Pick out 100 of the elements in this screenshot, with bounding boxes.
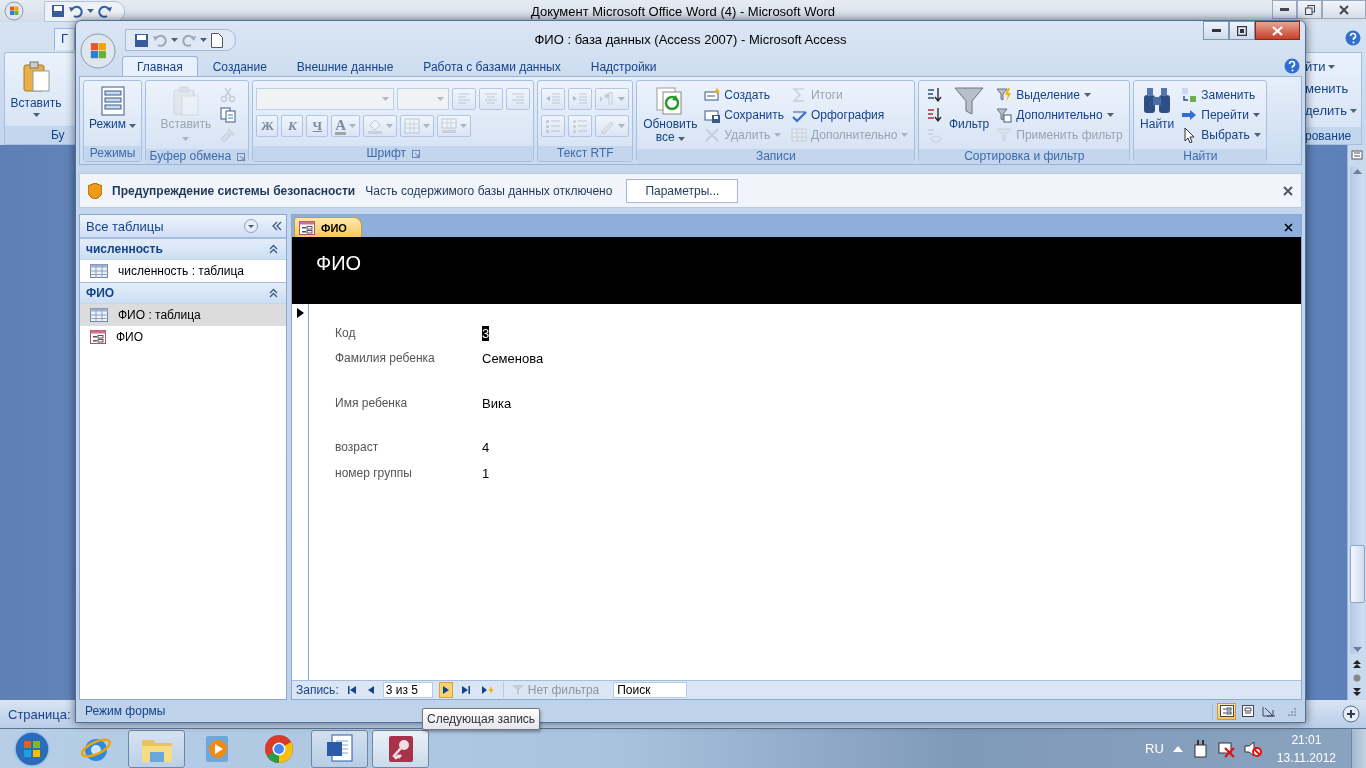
caret-icon: [87, 9, 94, 13]
record-number-field[interactable]: 3 из 5: [382, 682, 433, 698]
next-record-button[interactable]: [438, 682, 453, 698]
group-label: Бу: [5, 126, 75, 144]
ribbon-button[interactable]: Найти: [1138, 83, 1177, 147]
group-label: Текст RTF: [557, 146, 614, 161]
ribbon-tab[interactable]: Главная: [122, 56, 198, 76]
zoom-in-icon: [1342, 705, 1360, 723]
taskbar-button[interactable]: [372, 729, 429, 768]
scissors-icon: [219, 87, 236, 103]
record-label: Запись:: [296, 683, 339, 697]
ribbon-button[interactable]: Обновить все: [641, 83, 700, 147]
ribbon-button[interactable]: Сохранить: [702, 105, 786, 125]
ribbon-button[interactable]: Перейти: [1179, 105, 1262, 125]
copy-icon: [219, 107, 236, 123]
window-title: Документ Microsoft Office Word (4) - Microsoft Word: [531, 3, 835, 19]
form-icon: [299, 220, 315, 235]
field-value[interactable]: 1: [482, 466, 490, 481]
replace-icon: [1181, 87, 1198, 103]
first-record-icon: [347, 686, 356, 694]
nav-item[interactable]: ФИО : таблица: [80, 304, 286, 326]
ribbon-tab[interactable]: Создание: [197, 56, 282, 76]
caret-icon: [901, 133, 909, 137]
show-hidden-icon: [1172, 745, 1183, 752]
close-button[interactable]: [1283, 185, 1293, 196]
status-text: Страница:: [8, 706, 71, 722]
copy-button[interactable]: [217, 105, 238, 125]
delete-icon: [704, 127, 721, 143]
ribbon-tab[interactable]: Г: [54, 28, 75, 50]
brush-icon: [219, 127, 236, 143]
ribbon-tab[interactable]: Работа с базами данных: [408, 56, 576, 76]
save-icon: [134, 32, 149, 48]
caret-icon: [618, 97, 626, 101]
sort-ascending-icon: [926, 87, 942, 103]
scroll-thumb[interactable]: [1349, 545, 1365, 603]
clear-sort-icon: [926, 127, 942, 143]
redo-icon: [98, 4, 112, 18]
ribbon-button[interactable]: менить: [1305, 81, 1349, 96]
ribbon-button[interactable]: Заменить: [1179, 85, 1258, 105]
caret-icon: [437, 97, 445, 101]
ribbon-button[interactable]: Выбрать: [1179, 125, 1263, 145]
ribbon-tab[interactable]: Надстройки: [575, 56, 672, 76]
ribbon-button[interactable]: Фильтр: [947, 83, 992, 147]
filter-icon: [953, 85, 986, 117]
caret-icon: [1083, 93, 1091, 97]
taskbar-button[interactable]: [128, 729, 185, 768]
ribbon-button[interactable]: йти: [1305, 59, 1336, 74]
group-label: Буфер обмена: [149, 149, 232, 164]
new-record-icon: [481, 686, 494, 694]
minimize-button[interactable]: [1203, 21, 1229, 40]
minimize-button[interactable]: [1272, 0, 1297, 19]
ribbon-button[interactable]: делить: [1305, 103, 1357, 118]
arrow-down-icon: [1352, 647, 1362, 652]
scrollbar[interactable]: [1347, 145, 1366, 700]
ribbon-button[interactable]: Дополнительно: [994, 105, 1116, 125]
ribbon-button[interactable]: Создать: [702, 85, 772, 105]
paste-button[interactable]: Вставить: [5, 53, 67, 117]
view-button[interactable]: [1217, 702, 1236, 720]
next-page-icon: [1353, 688, 1361, 696]
options-button[interactable]: Параметры...: [626, 178, 739, 203]
field-value[interactable]: 4: [482, 440, 490, 455]
field-value[interactable]: 3: [482, 326, 490, 341]
table-icon: [90, 308, 108, 322]
restore-button[interactable]: [1229, 21, 1255, 40]
taskbar-button[interactable]: [311, 729, 368, 768]
ribbon-button[interactable]: Режим: [87, 83, 139, 144]
field-label: Код: [335, 326, 357, 340]
caret-icon: [129, 124, 137, 128]
ribbon-button[interactable]: Выделение: [994, 85, 1093, 105]
caret-icon: [182, 137, 190, 141]
table-icon: [90, 264, 108, 278]
decrease-indent-icon: [545, 91, 562, 107]
help-icon: [1284, 58, 1300, 74]
ribbon-button[interactable]: рование: [1305, 127, 1361, 144]
close-button[interactable]: [1255, 21, 1300, 40]
collapse-icon: [272, 221, 282, 231]
show-desktop-button[interactable]: [1351, 729, 1366, 768]
restore-button[interactable]: [1297, 0, 1322, 19]
status-text: Режим формы: [85, 704, 166, 718]
nav-group-header[interactable]: ФИО: [80, 282, 286, 304]
group-label: Шрифт: [366, 146, 407, 161]
undo-icon: [153, 33, 167, 47]
ribbon-tab[interactable]: Внешние данные: [281, 56, 409, 76]
bullets-icon: [572, 118, 589, 134]
align-right-icon: [510, 91, 527, 107]
search-field[interactable]: Поиск: [613, 682, 688, 698]
ribbon-button[interactable]: Орфография: [788, 105, 887, 125]
close-button[interactable]: [1322, 0, 1366, 19]
close-icon: [1339, 4, 1349, 15]
group-label: Найти: [1183, 149, 1218, 164]
document-icon: [211, 32, 223, 48]
field-value[interactable]: Семенова: [482, 351, 544, 366]
last-record-icon: [461, 686, 470, 694]
caret-icon: [382, 97, 390, 101]
field-value[interactable]: Вика: [482, 396, 512, 411]
caret-icon: [1106, 113, 1114, 117]
nav-group-header[interactable]: численность: [80, 238, 286, 260]
sort-descending-icon: [926, 107, 942, 123]
document-tab[interactable]: ФИО: [294, 217, 362, 237]
caret-icon: [677, 137, 685, 141]
